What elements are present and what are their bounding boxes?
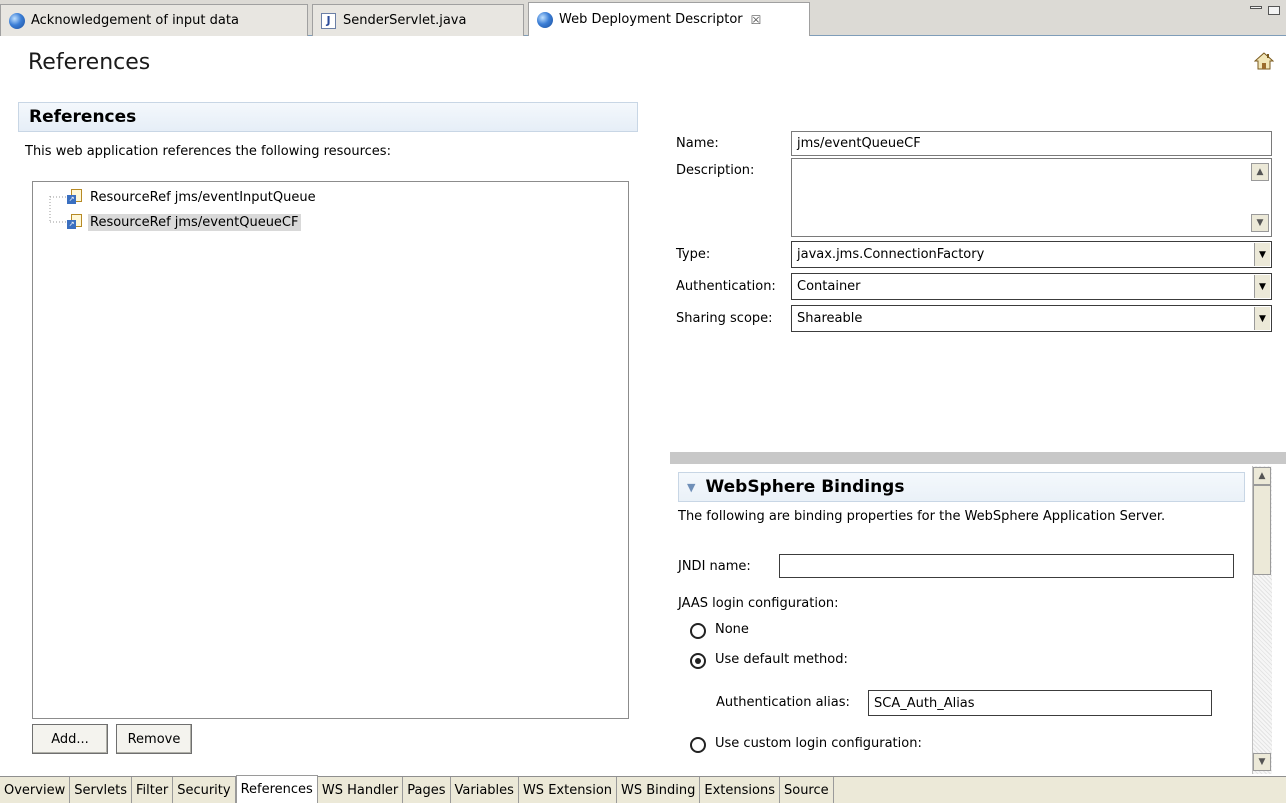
java-file-icon: J bbox=[321, 12, 336, 29]
tab-extensions[interactable]: Extensions bbox=[700, 777, 780, 803]
resource-ref-icon: ↗ bbox=[67, 214, 83, 230]
tab-ws-handler[interactable]: WS Handler bbox=[318, 777, 404, 803]
tab-filter[interactable]: Filter bbox=[132, 777, 174, 803]
editor-tab-label: Acknowledgement of input data bbox=[31, 13, 239, 28]
authentication-label: Authentication: bbox=[676, 279, 776, 294]
radio-use-default-method-label: Use default method: bbox=[715, 652, 848, 667]
references-description: This web application references the foll… bbox=[25, 144, 391, 159]
scroll-up-icon[interactable]: ▲ bbox=[1251, 163, 1269, 181]
jaas-login-label: JAAS login configuration: bbox=[678, 596, 839, 611]
globe-icon bbox=[9, 12, 25, 29]
scroll-down-icon[interactable]: ▼ bbox=[1251, 214, 1269, 232]
authentication-alias-label: Authentication alias: bbox=[716, 695, 850, 710]
editor-tab-senderservlet[interactable]: J SenderServlet.java bbox=[312, 4, 524, 36]
chevron-down-icon[interactable]: ▼ bbox=[1254, 275, 1270, 298]
editor-tab-bar: Acknowledgement of input data J SenderSe… bbox=[0, 0, 1286, 36]
references-tree[interactable]: ↗ ResourceRef jms/eventInputQueue ↗ Reso… bbox=[32, 181, 629, 719]
authentication-alias-input[interactable]: SCA_Auth_Alias bbox=[868, 690, 1212, 716]
home-icon[interactable] bbox=[1254, 51, 1274, 71]
page-title: References bbox=[28, 50, 151, 75]
page-tab-bar: Overview Servlets Filter Security Refere… bbox=[0, 775, 1286, 803]
add-button[interactable]: Add... bbox=[32, 724, 108, 754]
tree-item-label: ResourceRef jms/eventInputQueue bbox=[90, 189, 316, 205]
radio-use-custom-login[interactable] bbox=[690, 737, 706, 753]
name-label: Name: bbox=[676, 136, 719, 151]
scroll-up-icon[interactable]: ▲ bbox=[1253, 467, 1271, 485]
chevron-down-icon[interactable]: ▼ bbox=[1254, 243, 1270, 266]
name-field[interactable]: jms/eventQueueCF bbox=[791, 131, 1272, 156]
tab-servlets[interactable]: Servlets bbox=[70, 777, 132, 803]
tree-connector-lines bbox=[49, 196, 66, 223]
tab-security[interactable]: Security bbox=[173, 777, 236, 803]
bindings-description: The following are binding properties for… bbox=[678, 509, 1166, 524]
tab-overview[interactable]: Overview bbox=[0, 777, 71, 803]
references-section-header: References bbox=[18, 102, 638, 132]
editor-tab-acknowledgement[interactable]: Acknowledgement of input data bbox=[0, 4, 308, 36]
editor-tab-web-deployment-descriptor[interactable]: Web Deployment Descriptor ☒ bbox=[528, 2, 810, 36]
sharing-scope-label: Sharing scope: bbox=[676, 311, 773, 326]
jndi-name-label: JNDI name: bbox=[678, 559, 751, 574]
resource-ref-icon: ↗ bbox=[67, 189, 83, 205]
tab-variables[interactable]: Variables bbox=[451, 777, 519, 803]
tree-item-resourceref-eventinputqueue[interactable]: ↗ ResourceRef jms/eventInputQueue bbox=[67, 187, 318, 207]
type-select-value: javax.jms.ConnectionFactory bbox=[797, 247, 985, 262]
globe-icon bbox=[537, 11, 553, 28]
radio-none[interactable] bbox=[690, 623, 706, 639]
editor-tab-label: SenderServlet.java bbox=[343, 13, 467, 28]
panel-divider[interactable] bbox=[670, 452, 1286, 464]
authentication-select-value: Container bbox=[797, 279, 861, 294]
collapse-icon[interactable]: ▼ bbox=[687, 481, 695, 494]
radio-use-custom-login-label: Use custom login configuration: bbox=[715, 736, 922, 751]
scrollbar-thumb[interactable] bbox=[1253, 485, 1271, 575]
jndi-name-input[interactable] bbox=[779, 554, 1234, 578]
close-icon[interactable]: ☒ bbox=[751, 13, 762, 27]
tab-ws-binding[interactable]: WS Binding bbox=[617, 777, 701, 803]
type-select[interactable]: javax.jms.ConnectionFactory ▼ bbox=[791, 241, 1272, 268]
tab-ws-extension[interactable]: WS Extension bbox=[519, 777, 618, 803]
authentication-select[interactable]: Container ▼ bbox=[791, 273, 1272, 300]
chevron-down-icon[interactable]: ▼ bbox=[1254, 307, 1270, 330]
minimize-icon[interactable] bbox=[1250, 6, 1262, 9]
description-label: Description: bbox=[676, 163, 755, 178]
remove-button[interactable]: Remove bbox=[116, 724, 192, 754]
description-textarea[interactable] bbox=[791, 158, 1272, 237]
scroll-down-icon[interactable]: ▼ bbox=[1253, 753, 1271, 771]
maximize-icon[interactable] bbox=[1268, 6, 1280, 15]
tree-item-label: ResourceRef jms/eventQueueCF bbox=[88, 213, 301, 231]
radio-use-default-method[interactable] bbox=[690, 653, 706, 669]
type-label: Type: bbox=[676, 247, 711, 262]
sharing-scope-select-value: Shareable bbox=[797, 311, 863, 326]
tab-references[interactable]: References bbox=[235, 775, 318, 803]
editor-tab-label: Web Deployment Descriptor bbox=[559, 12, 743, 27]
sharing-scope-select[interactable]: Shareable ▼ bbox=[791, 305, 1272, 332]
tree-item-resourceref-eventqueuecf[interactable]: ↗ ResourceRef jms/eventQueueCF bbox=[67, 212, 301, 232]
tab-pages[interactable]: Pages bbox=[403, 777, 451, 803]
radio-none-label: None bbox=[715, 622, 749, 637]
websphere-bindings-title: WebSphere Bindings bbox=[705, 477, 905, 497]
tab-source[interactable]: Source bbox=[780, 777, 834, 803]
websphere-bindings-header[interactable]: ▼ WebSphere Bindings bbox=[678, 472, 1245, 502]
